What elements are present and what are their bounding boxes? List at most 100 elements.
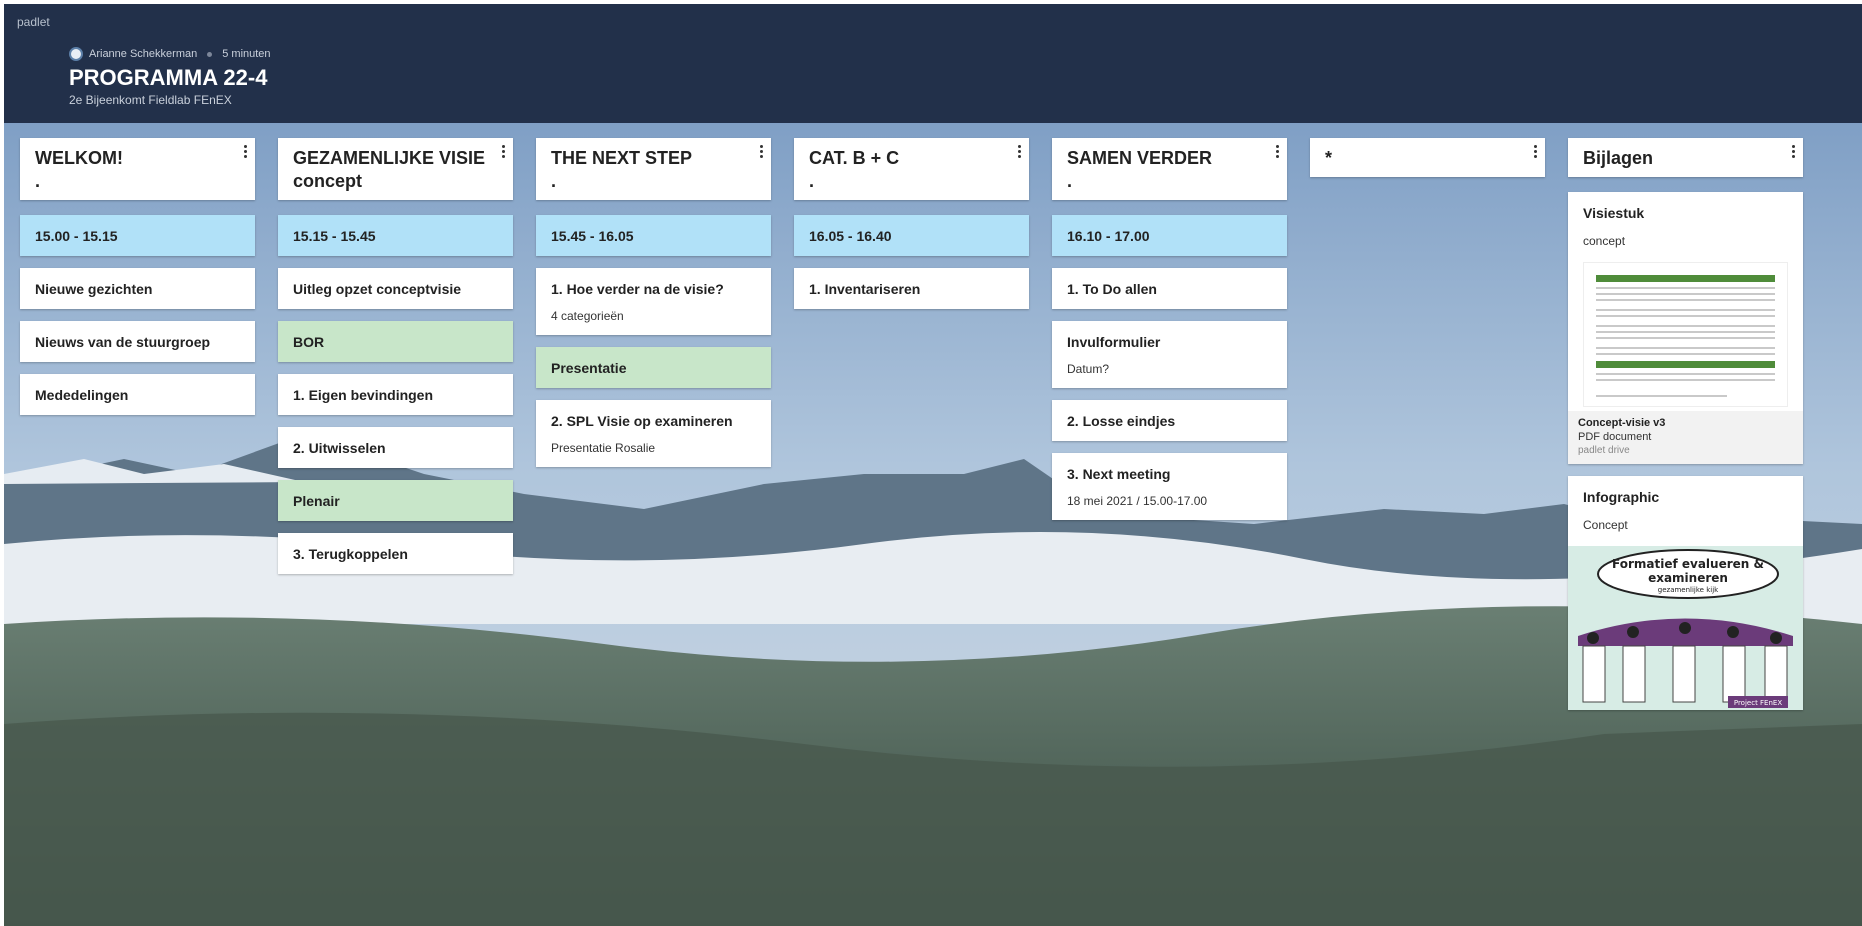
column-title: SAMEN VERDER (1067, 148, 1213, 168)
pdf-preview[interactable] (1583, 262, 1788, 407)
column-header[interactable]: SAMEN VERDER . (1052, 138, 1287, 200)
column-header[interactable]: WELKOM! . (20, 138, 255, 200)
post-card[interactable]: 1. Eigen bevindingen (278, 374, 513, 415)
post-title: 3. Next meeting (1067, 466, 1171, 482)
column-subtitle: . (35, 171, 41, 191)
column-subtitle: . (551, 171, 557, 191)
post-title: 1. Eigen bevindingen (293, 387, 434, 403)
kebab-menu-icon[interactable] (760, 145, 764, 158)
time-card[interactable]: 15.00 - 15.15 (20, 215, 255, 256)
column-subtitle: . (1067, 171, 1073, 191)
post-card[interactable]: Presentatie (536, 347, 771, 388)
post-card[interactable]: Uitleg opzet conceptvisie (278, 268, 513, 309)
post-card[interactable]: 3. Next meeting 18 mei 2021 / 15.00-17.0… (1052, 453, 1287, 520)
kebab-menu-icon[interactable] (244, 145, 248, 158)
updated-time: 5 minuten (222, 48, 271, 60)
post-card[interactable]: Invulformulier Datum? (1052, 321, 1287, 388)
file-type: PDF document (1578, 431, 1652, 443)
infographic-drawing: Formatief evalueren & examineren gezamen… (1568, 546, 1803, 710)
post-body: Presentatie Rosalie (551, 441, 656, 455)
column-the-next-step: THE NEXT STEP . 15.45 - 16.05 1. Hoe ver… (536, 138, 771, 722)
post-title: 1. To Do allen (1067, 281, 1157, 297)
kebab-menu-icon[interactable] (1276, 145, 1280, 158)
kebab-menu-icon[interactable] (1792, 145, 1796, 158)
infographic-title-line1: Formatief evalueren & (1612, 557, 1764, 571)
post-card[interactable]: 3. Terugkoppelen (278, 533, 513, 574)
column-subtitle: concept (293, 171, 363, 191)
column-title: THE NEXT STEP (551, 148, 693, 168)
infographic-title-line2: examineren (1648, 571, 1728, 585)
post-title: 2. Uitwisselen (293, 440, 386, 456)
post-card[interactable]: Nieuwe gezichten (20, 268, 255, 309)
infographic-title-line3: gezamenlijke kijk (1658, 586, 1719, 594)
time-card[interactable]: 16.10 - 17.00 (1052, 215, 1287, 256)
post-card[interactable]: BOR (278, 321, 513, 362)
board-header: padlet Arianne Schekkerman 5 minuten PRO… (4, 4, 1862, 123)
post-title: Nieuwe gezichten (35, 281, 153, 297)
column-header[interactable]: * (1310, 138, 1545, 177)
time-card[interactable]: 15.15 - 15.45 (278, 215, 513, 256)
post-card[interactable]: 2. Uitwisselen (278, 427, 513, 468)
attachment-post-infographic[interactable]: Infographic Concept Formatief evalueren … (1568, 476, 1803, 710)
post-title: Invulformulier (1067, 334, 1161, 350)
column-bijlagen: Bijlagen Visiestuk concept Concept-visie… (1568, 138, 1803, 722)
post-body: concept (1583, 234, 1626, 248)
board-meta: Arianne Schekkerman 5 minuten (69, 47, 271, 61)
post-card[interactable]: Mededelingen (20, 374, 255, 415)
post-title: 3. Terugkoppelen (293, 546, 408, 562)
post-title: Presentatie (551, 360, 627, 376)
post-body: 18 mei 2021 / 15.00-17.00 (1067, 494, 1208, 508)
post-title: BOR (293, 334, 325, 350)
column-header[interactable]: GEZAMENLIJKE VISIE concept (278, 138, 513, 200)
column-title: Bijlagen (1583, 148, 1654, 168)
column-header[interactable]: THE NEXT STEP . (536, 138, 771, 200)
post-title: Mededelingen (35, 387, 129, 403)
kebab-menu-icon[interactable] (502, 145, 506, 158)
page-subtitle: 2e Bijeenkomt Fieldlab FEnEX (69, 93, 232, 107)
post-title: 1. Inventariseren (809, 281, 921, 297)
post-title: 2. Losse eindjes (1067, 413, 1176, 429)
separator-dot (207, 51, 213, 57)
column-header[interactable]: CAT. B + C . (794, 138, 1029, 200)
kebab-menu-icon[interactable] (1534, 145, 1538, 158)
column-welkom: WELKOM! . 15.00 - 15.15 Nieuwe gezichten… (20, 138, 255, 722)
post-card[interactable]: 1. To Do allen (1052, 268, 1287, 309)
column-star: * (1310, 138, 1545, 722)
post-body: 4 categorieën (551, 309, 624, 323)
column-header[interactable]: Bijlagen (1568, 138, 1803, 177)
post-title: Uitleg opzet conceptvisie (293, 281, 462, 297)
column-cat-b-c: CAT. B + C . 16.05 - 16.40 1. Inventaris… (794, 138, 1029, 722)
column-title: WELKOM! (35, 148, 123, 168)
attachment-post-visiestuk[interactable]: Visiestuk concept Concept-visie v3 PDF d… (1568, 192, 1803, 464)
post-title: 1. Hoe verder na de visie? (551, 281, 724, 297)
post-title: 2. SPL Visie op examineren (551, 413, 733, 429)
post-card[interactable]: 1. Hoe verder na de visie? 4 categorieën (536, 268, 771, 335)
column-subtitle: . (809, 171, 815, 191)
post-body: Concept (1583, 518, 1628, 532)
page-title: PROGRAMMA 22-4 (69, 65, 268, 90)
kebab-menu-icon[interactable] (1018, 145, 1022, 158)
post-card[interactable]: Nieuws van de stuurgroep (20, 321, 255, 362)
post-card[interactable]: 2. SPL Visie op examineren Presentatie R… (536, 400, 771, 467)
infographic-badge: Project FEnEX (1734, 699, 1782, 707)
post-title: Visiestuk (1583, 205, 1645, 221)
column-samen-verder: SAMEN VERDER . 16.10 - 17.00 1. To Do al… (1052, 138, 1287, 722)
padlet-logo[interactable]: padlet (17, 15, 50, 29)
padlet-board: padlet Arianne Schekkerman 5 minuten PRO… (4, 4, 1862, 926)
board-columns: WELKOM! . 15.00 - 15.15 Nieuwe gezichten… (20, 138, 1803, 722)
file-name: Concept-visie v3 (1578, 417, 1666, 429)
avatar[interactable] (69, 47, 83, 61)
post-body: Datum? (1067, 362, 1110, 376)
time-card[interactable]: 15.45 - 16.05 (536, 215, 771, 256)
author-name: Arianne Schekkerman (89, 48, 198, 60)
column-gezamenlijke-visie: GEZAMENLIJKE VISIE concept 15.15 - 15.45… (278, 138, 513, 722)
infographic-image[interactable]: Formatief evalueren & examineren gezamen… (1568, 546, 1803, 710)
post-title: Infographic (1583, 489, 1660, 505)
post-card[interactable]: Plenair (278, 480, 513, 521)
column-title: * (1325, 148, 1333, 168)
post-card[interactable]: 2. Losse eindjes (1052, 400, 1287, 441)
file-source: padlet drive (1578, 445, 1630, 456)
column-title: CAT. B + C (809, 148, 900, 168)
post-card[interactable]: 1. Inventariseren (794, 268, 1029, 309)
time-card[interactable]: 16.05 - 16.40 (794, 215, 1029, 256)
